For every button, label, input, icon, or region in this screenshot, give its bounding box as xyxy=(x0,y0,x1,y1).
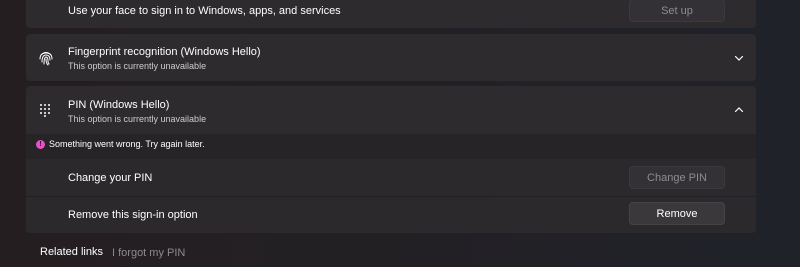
keypad-icon xyxy=(40,104,50,117)
change-pin-label: Change your PIN xyxy=(68,172,153,184)
face-setup-button[interactable]: Set up xyxy=(629,0,725,22)
face-setup-description: Use your face to sign in to Windows, app… xyxy=(68,5,341,17)
chevron-down-icon[interactable] xyxy=(734,53,744,63)
sign-in-options-page: Use your face to sign in to Windows, app… xyxy=(0,0,800,267)
error-icon: ! xyxy=(36,139,45,149)
remove-sign-in-row: Remove this sign-in option Remove xyxy=(26,197,756,233)
remove-label: Remove this sign-in option xyxy=(68,209,198,221)
fingerprint-icon xyxy=(39,52,53,66)
forgot-pin-link[interactable]: I forgot my PIN xyxy=(112,247,185,259)
fingerprint-title: Fingerprint recognition (Windows Hello) xyxy=(68,46,261,58)
face-recognition-setup-row: Use your face to sign in to Windows, app… xyxy=(26,0,756,28)
change-pin-button[interactable]: Change PIN xyxy=(629,166,725,189)
error-text: Something went wrong. Try again later. xyxy=(49,139,205,149)
pin-title: PIN (Windows Hello) xyxy=(68,99,170,111)
change-pin-row: Change your PIN Change PIN xyxy=(26,159,756,196)
chevron-up-icon[interactable] xyxy=(734,105,744,115)
fingerprint-subtitle: This option is currently unavailable xyxy=(68,61,207,71)
error-message: ! Something went wrong. Try again later. xyxy=(36,139,205,149)
pin-subtitle: This option is currently unavailable xyxy=(68,114,207,124)
pin-section-header[interactable]: PIN (Windows Hello) This option is curre… xyxy=(26,86,756,134)
related-links-heading: Related links xyxy=(40,246,103,258)
remove-button[interactable]: Remove xyxy=(629,202,725,225)
fingerprint-section-header[interactable]: Fingerprint recognition (Windows Hello) … xyxy=(26,34,756,81)
